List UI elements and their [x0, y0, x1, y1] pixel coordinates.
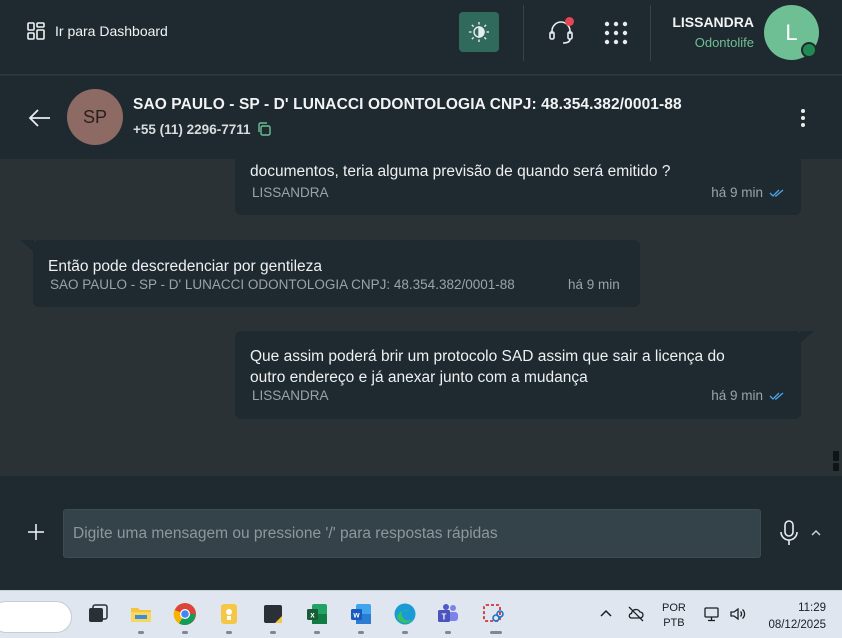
apps-grid-icon — [604, 21, 628, 45]
dashboard-grid-icon — [27, 22, 45, 40]
online-status-indicator — [801, 42, 817, 58]
more-options-icon[interactable] — [799, 108, 807, 128]
taskbar-search-box[interactable] — [0, 601, 72, 633]
clock-date: 08/12/2025 — [768, 619, 826, 631]
back-arrow-icon[interactable] — [28, 106, 52, 130]
message-text-line-2: outro endereço e já anexar junto com a m… — [250, 369, 588, 386]
message-bubble-outgoing: documentos, teria alguma previsão de qua… — [235, 159, 801, 215]
notification-dot — [565, 17, 574, 26]
task-view-icon[interactable] — [86, 602, 110, 626]
active-app-indicator — [490, 631, 502, 634]
message-text: Então pode descredenciar por gentileza — [48, 258, 323, 275]
message-time: há 9 min — [711, 185, 763, 200]
svg-text:x: x — [310, 611, 315, 620]
message-time: há 9 min — [568, 277, 620, 292]
divider — [650, 5, 651, 61]
message-time-row: há 9 min — [711, 185, 785, 200]
support-headset-button[interactable] — [547, 17, 575, 46]
speaker-icon[interactable] — [728, 605, 746, 623]
contact-avatar[interactable]: SP — [67, 89, 123, 145]
message-text: documentos, teria alguma previsão de qua… — [250, 163, 671, 180]
double-check-icon — [769, 392, 784, 400]
running-indicator — [138, 631, 144, 634]
chevron-up-tray-icon[interactable] — [597, 605, 615, 623]
microphone-icon[interactable] — [779, 520, 799, 546]
clock-time: 11:29 — [798, 602, 826, 614]
scrollbar-arrow[interactable] — [833, 451, 839, 461]
top-app-bar: Ir para Dashboard LISSANDRA Odontolife L — [0, 0, 842, 75]
message-bubble-incoming: Então pode descredenciar por gentileza S… — [33, 240, 640, 307]
svg-text:T: T — [442, 613, 447, 622]
dashboard-label: Ir para Dashboard — [55, 23, 168, 39]
add-attachment-icon[interactable] — [26, 522, 46, 542]
running-indicator — [182, 631, 188, 634]
running-indicator — [226, 631, 232, 634]
windows-taskbar: x w T POR PTB 11:29 08/12/2025 — [0, 590, 842, 638]
message-sender: LISSANDRA — [252, 388, 329, 403]
language-code: POR — [662, 602, 686, 614]
keyboard-layout: PTB — [663, 617, 685, 629]
message-input[interactable] — [63, 509, 761, 558]
message-composer — [0, 476, 842, 590]
message-sender: SAO PAULO - SP - D' LUNACCI ODONTOLOGIA … — [50, 277, 515, 292]
edge-icon[interactable] — [393, 602, 417, 626]
running-indicator — [402, 631, 408, 634]
svg-text:w: w — [352, 611, 360, 620]
running-indicator — [314, 631, 320, 634]
system-clock[interactable]: 11:29 08/12/2025 — [758, 600, 826, 634]
double-check-icon — [769, 189, 784, 197]
input-language-indicator[interactable]: POR PTB — [662, 601, 686, 631]
chevron-up-icon[interactable] — [810, 527, 822, 539]
copy-icon[interactable] — [256, 121, 272, 137]
running-indicator — [270, 631, 276, 634]
go-to-dashboard-link[interactable]: Ir para Dashboard — [26, 21, 168, 41]
sticky-notes-icon[interactable] — [217, 602, 241, 626]
running-indicator — [358, 631, 364, 634]
message-sender: LISSANDRA — [252, 185, 329, 200]
bubble-tail — [20, 240, 34, 252]
contact-phone-row: +55 (11) 2296-7711 — [133, 121, 272, 137]
running-indicator — [445, 631, 451, 634]
scrollbar-thumb[interactable] — [833, 463, 839, 471]
sun-theme-icon — [469, 22, 489, 42]
cloud-offline-icon[interactable] — [627, 605, 645, 623]
message-list[interactable]: documentos, teria alguma previsão de qua… — [0, 159, 842, 475]
chrome-icon[interactable] — [173, 602, 197, 626]
user-name: LISSANDRA — [672, 14, 754, 30]
message-time-row: há 9 min — [711, 388, 785, 403]
excel-icon[interactable]: x — [305, 602, 329, 626]
message-time: há 9 min — [711, 388, 763, 403]
apps-menu-button[interactable] — [603, 20, 629, 46]
snipping-tool-icon[interactable] — [481, 602, 505, 626]
contact-name: SAO PAULO - SP - D' LUNACCI ODONTOLOGIA … — [133, 96, 682, 113]
teams-icon[interactable]: T — [436, 602, 460, 626]
notepad-icon[interactable] — [261, 602, 285, 626]
chat-header: SP SAO PAULO - SP - D' LUNACCI ODONTOLOG… — [0, 76, 842, 159]
message-bubble-outgoing: Que assim poderá brir um protocolo SAD a… — [235, 331, 801, 419]
user-organization: Odontolife — [694, 35, 754, 50]
theme-toggle-button[interactable] — [459, 12, 499, 52]
divider — [523, 5, 524, 61]
file-explorer-icon[interactable] — [129, 602, 153, 626]
word-icon[interactable]: w — [349, 602, 373, 626]
contact-phone: +55 (11) 2296-7711 — [133, 121, 251, 137]
bubble-tail — [800, 331, 814, 343]
network-icon[interactable] — [703, 605, 721, 623]
message-text-line-1: Que assim poderá brir um protocolo SAD a… — [250, 348, 725, 365]
